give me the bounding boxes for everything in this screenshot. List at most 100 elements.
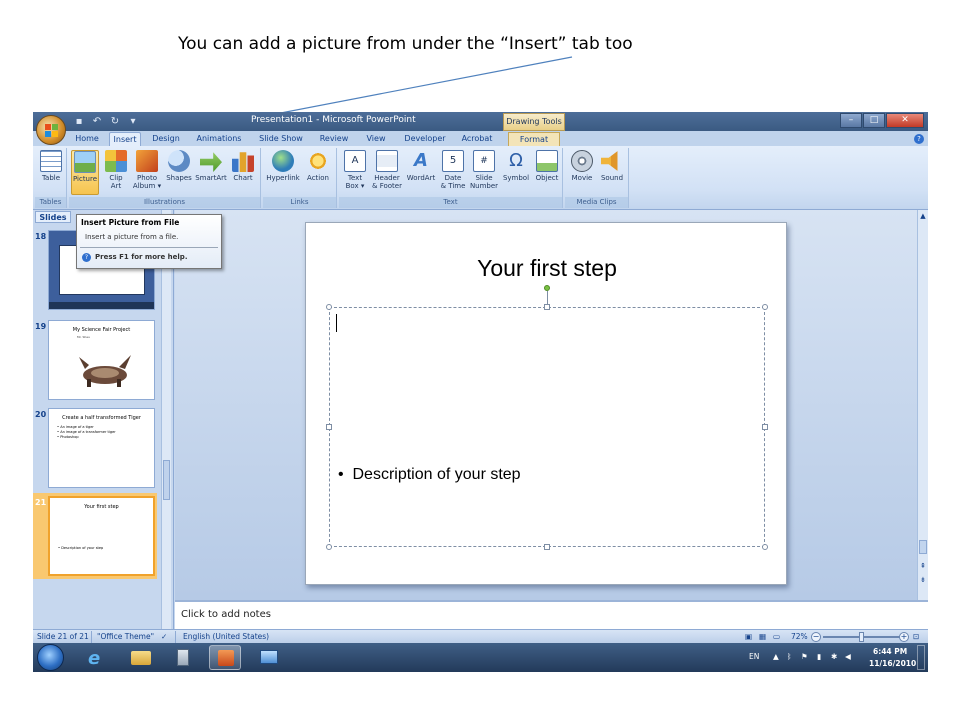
show-hidden-icons-icon[interactable]: ▲	[773, 652, 779, 661]
calculator-icon[interactable]	[167, 645, 199, 670]
tab-view[interactable]: View	[365, 132, 387, 146]
scroll-up-icon[interactable]: ▲	[919, 212, 927, 220]
powerpoint-taskbar-icon[interactable]	[209, 645, 241, 670]
redo-icon[interactable]: ↻	[109, 116, 121, 128]
thumbnail-number: 18	[35, 232, 47, 241]
resize-handle-top-right[interactable]	[762, 304, 768, 310]
start-button[interactable]	[37, 644, 64, 671]
office-button[interactable]	[36, 115, 66, 145]
object-button[interactable]: Object	[533, 150, 561, 195]
tab-developer[interactable]: Developer	[403, 132, 447, 146]
robot-tiger-image	[79, 355, 131, 387]
resize-handle-bottom-right[interactable]	[762, 544, 768, 550]
normal-view-icon[interactable]: ▣	[745, 632, 752, 641]
file-explorer-icon[interactable]	[125, 645, 157, 670]
zoom-in-icon[interactable]: +	[899, 632, 909, 642]
shapes-icon	[168, 150, 190, 172]
action-button[interactable]: Action	[303, 150, 333, 195]
hyperlink-button[interactable]: Hyperlink	[265, 150, 301, 195]
slide-thumbnail-20[interactable]: Create a half transformed Tiger • An ima…	[48, 408, 155, 488]
slide-sorter-view-icon[interactable]: ▦	[759, 632, 766, 641]
insert-picture-tooltip: Insert Picture from File Insert a pictur…	[76, 214, 222, 269]
undo-icon[interactable]: ↶	[91, 116, 103, 128]
maximize-button[interactable]: □	[863, 113, 885, 128]
zoom-slider-knob[interactable]	[859, 632, 864, 642]
fit-to-window-icon[interactable]: ⊡	[913, 632, 919, 641]
shapes-button[interactable]: Shapes	[165, 150, 193, 195]
resize-handle-top-left[interactable]	[326, 304, 332, 310]
clock-time[interactable]: 6:44 PM	[873, 647, 907, 656]
picture-button[interactable]: Picture	[71, 150, 99, 195]
omega-icon: Ω	[509, 150, 523, 171]
tab-animations[interactable]: Animations	[195, 132, 243, 146]
resize-handle-right[interactable]	[762, 424, 768, 430]
qat-customize-icon[interactable]: ▾	[127, 116, 139, 128]
spell-check-icon[interactable]: ✓	[161, 632, 167, 641]
action-center-flag-icon[interactable]: ⚑	[801, 652, 808, 661]
resize-handle-top[interactable]	[544, 304, 550, 310]
object-button-label: Object	[535, 174, 559, 182]
clip-art-button[interactable]: Clip Art	[103, 150, 129, 195]
next-slide-icon[interactable]: ⇟	[919, 576, 927, 584]
battery-icon[interactable]: ▮	[817, 652, 821, 661]
group-label-text: Text	[339, 197, 562, 208]
previous-slide-icon[interactable]: ⇞	[919, 562, 927, 570]
smartart-button[interactable]: SmartArt	[195, 150, 227, 195]
resize-handle-bottom[interactable]	[544, 544, 550, 550]
symbol-button[interactable]: Ω Symbol	[501, 150, 531, 195]
tab-review[interactable]: Review	[319, 132, 349, 146]
slide-thumbnail-19[interactable]: My Science Fair Project Mr. Sheu	[48, 320, 155, 400]
editor-scroll-thumb[interactable]	[919, 540, 927, 554]
header-footer-button[interactable]: Header & Footer	[371, 150, 403, 195]
tab-format[interactable]: Format	[508, 132, 560, 146]
network-icon[interactable]: ✱	[831, 652, 837, 661]
movie-button-label: Movie	[571, 174, 593, 182]
help-icon[interactable]: ?	[914, 134, 924, 144]
editor-scrollbar[interactable]: ▲ ⇞ ⇟	[917, 210, 928, 600]
movie-button[interactable]: Movie	[567, 150, 597, 195]
tab-insert[interactable]: Insert	[109, 132, 141, 146]
language-indicator[interactable]: English (United States)	[183, 632, 269, 641]
bluetooth-icon[interactable]: ᛒ	[787, 652, 792, 661]
windows-taskbar: e EN ▲ ᛒ ⚑ ▮ ✱ ◀ 6:44 PM 11/16/2010	[33, 643, 928, 672]
close-button[interactable]: ✕	[886, 113, 924, 128]
date-time-button[interactable]: 5 Date & Time	[439, 150, 467, 195]
slide-bullet[interactable]: • Description of your step	[338, 466, 521, 484]
slide-title[interactable]: Your first step	[306, 255, 788, 282]
notes-pane[interactable]: Click to add notes	[175, 600, 928, 629]
thumbnail-number: 19	[35, 322, 47, 331]
zoom-slider[interactable]	[823, 632, 901, 642]
photo-album-button[interactable]: Photo Album ▾	[131, 150, 163, 195]
slides-pane-scrollbar[interactable]	[161, 210, 171, 629]
content-placeholder[interactable]: • Description of your step	[329, 307, 765, 547]
volume-icon[interactable]: ◀	[845, 652, 851, 661]
smartart-button-label: SmartArt	[195, 174, 227, 182]
slides-pane-scroll-thumb[interactable]	[163, 460, 170, 500]
slide-show-view-icon[interactable]: ▭	[773, 632, 780, 641]
tab-home[interactable]: Home	[73, 132, 101, 146]
zoom-out-icon[interactable]: −	[811, 632, 821, 642]
remote-desktop-icon[interactable]	[253, 645, 285, 670]
sound-button[interactable]: Sound	[597, 150, 627, 195]
tab-design[interactable]: Design	[151, 132, 181, 146]
resize-handle-left[interactable]	[326, 424, 332, 430]
wordart-button[interactable]: A WordArt	[405, 150, 437, 195]
tab-acrobat[interactable]: Acrobat	[461, 132, 493, 146]
resize-handle-bottom-left[interactable]	[326, 544, 332, 550]
internet-explorer-icon[interactable]: e	[81, 645, 113, 670]
minimize-button[interactable]: –	[840, 113, 862, 128]
tab-slide-show[interactable]: Slide Show	[259, 132, 303, 146]
table-button[interactable]: Table	[37, 150, 65, 195]
zoom-level[interactable]: 72%	[791, 632, 808, 641]
slide-number-button[interactable]: # Slide Number	[469, 150, 499, 195]
chart-button[interactable]: Chart	[229, 150, 257, 195]
window-controls: – □ ✕	[840, 113, 924, 128]
picture-icon	[74, 151, 96, 173]
slide-thumbnail-21[interactable]: Your first step • Description of your st…	[48, 496, 155, 576]
save-icon[interactable]: ▪	[73, 116, 85, 128]
show-desktop-button[interactable]	[917, 645, 925, 670]
clock-date[interactable]: 11/16/2010	[869, 659, 916, 668]
input-language[interactable]: EN	[749, 652, 759, 661]
text-box-button[interactable]: A Text Box ▾	[341, 150, 369, 195]
slides-tab[interactable]: Slides	[35, 211, 71, 223]
